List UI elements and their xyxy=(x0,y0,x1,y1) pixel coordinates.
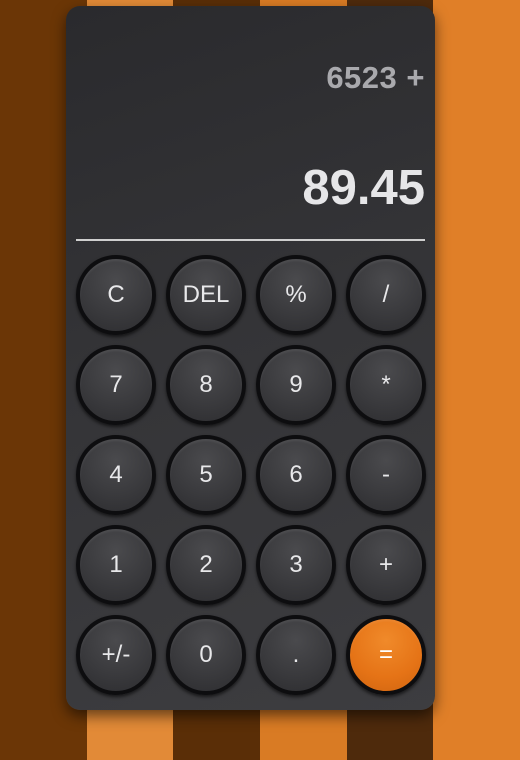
decimal-button[interactable]: . xyxy=(256,615,336,695)
calculator: 6523 + 89.45 C DEL%/ 7 8 9 * 4 5 6- 1 2 3 + +/- 0. = xyxy=(66,6,435,710)
subtract-button[interactable]: - xyxy=(346,435,426,515)
digit-3-button[interactable]: 3 xyxy=(256,525,336,605)
digit-9-button[interactable]: 9 xyxy=(256,345,336,425)
keypad: C DEL%/ 7 8 9 * 4 5 6- 1 2 3 + +/- 0. = xyxy=(76,255,426,695)
display-divider xyxy=(76,239,425,241)
equals-button[interactable]: = xyxy=(346,615,426,695)
divide-button[interactable]: / xyxy=(346,255,426,335)
digit-2-button[interactable]: 2 xyxy=(166,525,246,605)
clear-button[interactable]: C xyxy=(76,255,156,335)
percent-button[interactable]: % xyxy=(256,255,336,335)
digit-5-button[interactable]: 5 xyxy=(166,435,246,515)
result-readout: 89.45 xyxy=(302,161,425,215)
delete-button[interactable]: DEL xyxy=(166,255,246,335)
calculator-display: 6523 + 89.45 xyxy=(76,6,425,240)
toggle-sign-button[interactable]: +/- xyxy=(76,615,156,695)
digit-7-button[interactable]: 7 xyxy=(76,345,156,425)
digit-1-button[interactable]: 1 xyxy=(76,525,156,605)
digit-6-button[interactable]: 6 xyxy=(256,435,336,515)
digit-4-button[interactable]: 4 xyxy=(76,435,156,515)
expression-readout: 6523 + xyxy=(326,60,425,95)
digit-8-button[interactable]: 8 xyxy=(166,345,246,425)
add-button[interactable]: + xyxy=(346,525,426,605)
digit-0-button[interactable]: 0 xyxy=(166,615,246,695)
background-stripe xyxy=(433,0,520,760)
multiply-button[interactable]: * xyxy=(346,345,426,425)
